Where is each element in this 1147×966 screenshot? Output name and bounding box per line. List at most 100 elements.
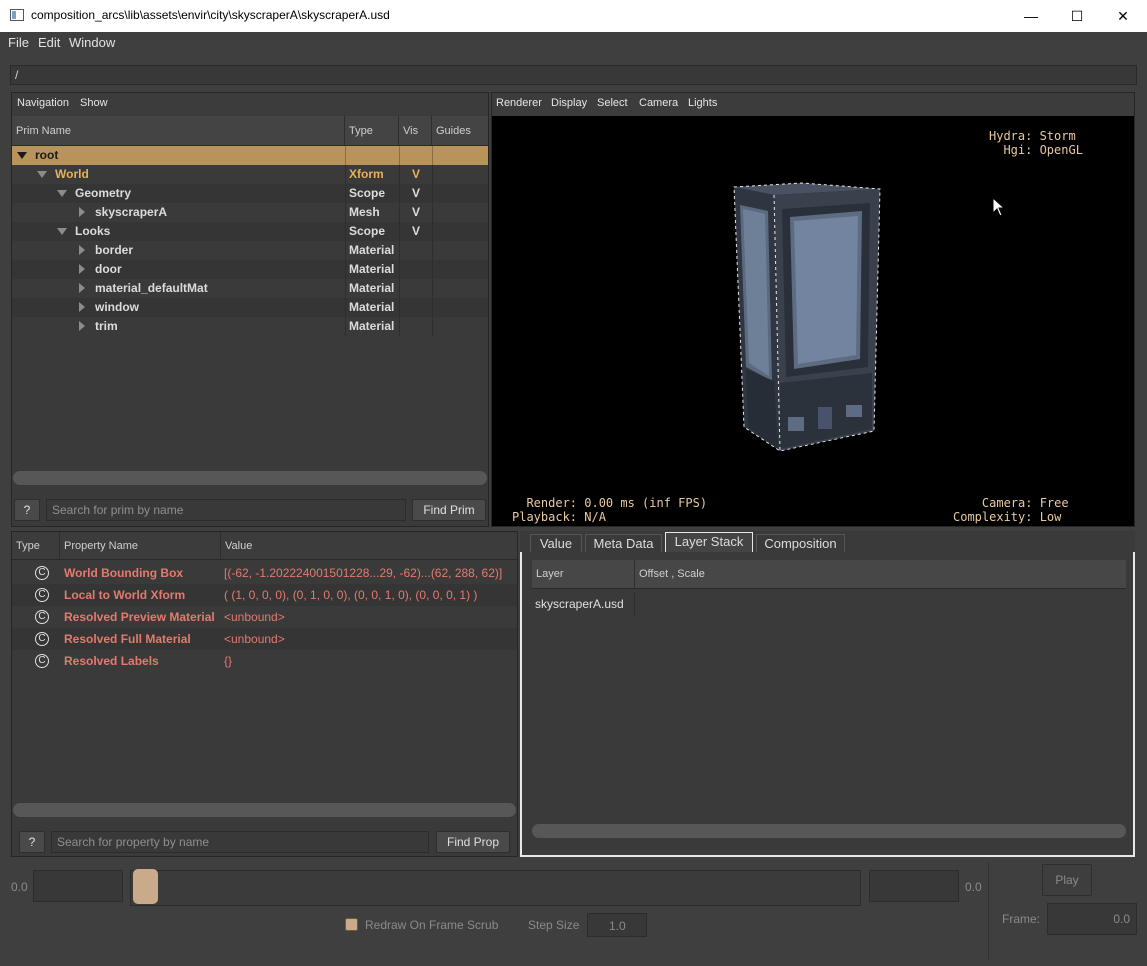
expand-arrow-icon[interactable] — [57, 190, 67, 197]
range-end-field[interactable] — [869, 870, 959, 902]
col-layer[interactable]: Layer — [532, 560, 635, 589]
tree-row-material-defaultmat[interactable]: material_defaultMat Material — [12, 279, 488, 298]
tab-layer-stack[interactable]: Layer Stack — [665, 532, 753, 553]
prim-path-field[interactable]: / — [10, 65, 1137, 85]
col-vis[interactable]: Vis — [399, 116, 432, 146]
viewport-menu-select[interactable]: Select — [597, 97, 628, 109]
outliner-header: Prim Name Type Vis Guides — [12, 116, 488, 146]
viewport-menu-display[interactable]: Display — [551, 97, 587, 109]
col-prim-name[interactable]: Prim Name — [12, 116, 345, 146]
tree-row-window[interactable]: window Material — [12, 298, 488, 317]
viewport-panel[interactable]: Renderer Display Select Camera Lights Hy… — [491, 92, 1135, 527]
tree-row-skyscrapera[interactable]: skyscraperA Mesh V — [12, 203, 488, 222]
prim-name: border — [95, 243, 134, 257]
tab-value[interactable]: Value — [530, 534, 582, 553]
property-row[interactable]: C World Bounding Box [(-62, -1.202224001… — [12, 562, 517, 584]
viewport-menu-camera[interactable]: Camera — [639, 97, 678, 109]
prim-help-button[interactable]: ? — [14, 499, 40, 521]
outliner-menubar: Navigation Show — [12, 93, 488, 115]
layer-row[interactable]: skyscraperA.usd — [532, 592, 1126, 616]
computed-property-icon: C — [35, 588, 49, 602]
property-panel: Type Property Name Value C World Boundin… — [11, 531, 518, 857]
prim-vis-toggle[interactable]: V — [412, 184, 420, 203]
prim-search-input[interactable]: Search for prim by name — [46, 499, 406, 521]
property-row[interactable]: C Local to World Xform ( (1, 0, 0, 0), (… — [12, 584, 517, 606]
prim-name: World — [55, 167, 89, 181]
tree-row-geometry[interactable]: Geometry Scope V — [12, 184, 488, 203]
prim-type: Scope — [349, 224, 386, 238]
expand-arrow-icon[interactable] — [79, 264, 85, 274]
col-prop-value[interactable]: Value — [221, 532, 517, 560]
tree-row-world[interactable]: World Xform V — [12, 165, 488, 184]
layer-table-header: Layer Offset , Scale — [532, 560, 1126, 589]
tree-row-trim[interactable]: trim Material — [12, 317, 488, 336]
col-offset-scale[interactable]: Offset , Scale — [635, 560, 1126, 589]
mouse-cursor-icon — [992, 197, 1006, 217]
col-guides[interactable]: Guides — [432, 116, 488, 146]
property-row[interactable]: C Resolved Preview Material <unbound> — [12, 606, 517, 628]
find-prim-button[interactable]: Find Prim — [412, 499, 486, 521]
app-icon — [10, 9, 24, 21]
frame-field[interactable]: 0.0 — [1047, 903, 1137, 935]
tree-row-border[interactable]: border Material — [12, 241, 488, 260]
outliner-menu-navigation[interactable]: Navigation — [17, 97, 69, 109]
expand-arrow-icon[interactable] — [79, 302, 85, 312]
skyscraper-model[interactable] — [722, 181, 892, 456]
frame-slider-track[interactable] — [130, 870, 861, 906]
layer-horizontal-scrollbar[interactable] — [532, 824, 1126, 838]
outliner-menu-show[interactable]: Show — [80, 97, 108, 109]
property-help-button[interactable]: ? — [19, 831, 45, 853]
property-row[interactable]: C Resolved Full Material <unbound> — [12, 628, 517, 650]
menu-window[interactable]: Window — [69, 35, 115, 50]
col-type[interactable]: Type — [345, 116, 399, 146]
tree-row-root[interactable]: root — [12, 146, 488, 165]
expand-arrow-icon[interactable] — [17, 152, 27, 159]
frame-slider-handle[interactable] — [133, 869, 158, 904]
expand-arrow-icon[interactable] — [57, 228, 67, 235]
prim-type: Material — [349, 300, 395, 314]
prim-vis-toggle[interactable]: V — [412, 203, 420, 222]
step-size-field[interactable]: 1.0 — [587, 913, 647, 937]
redraw-on-scrub-checkbox[interactable] — [345, 918, 358, 931]
viewport-menu-renderer[interactable]: Renderer — [496, 97, 542, 109]
property-value: ( (1, 0, 0, 0), (0, 1, 0, 0), (0, 0, 1, … — [224, 588, 478, 602]
layer-name: skyscraperA.usd — [535, 597, 624, 611]
prim-type: Material — [349, 319, 395, 333]
prim-type: Material — [349, 243, 395, 257]
prim-type: Mesh — [349, 205, 380, 219]
prim-name: trim — [95, 319, 118, 333]
menu-file[interactable]: File — [8, 35, 29, 50]
prim-vis-toggle[interactable]: V — [412, 222, 420, 241]
expand-arrow-icon[interactable] — [37, 171, 47, 178]
timeline-end-label: 0.0 — [965, 880, 982, 894]
maximize-button[interactable]: ☐ — [1054, 0, 1100, 32]
close-button[interactable]: ✕ — [1100, 0, 1146, 32]
prim-name: Looks — [75, 224, 111, 238]
property-row[interactable]: C Resolved Labels {} — [12, 650, 517, 672]
redraw-on-scrub-label: Redraw On Frame Scrub — [365, 918, 499, 932]
find-prop-button[interactable]: Find Prop — [436, 831, 510, 853]
tree-row-door[interactable]: door Material — [12, 260, 488, 279]
expand-arrow-icon[interactable] — [79, 207, 85, 217]
tab-meta-data[interactable]: Meta Data — [585, 534, 662, 553]
property-horizontal-scrollbar[interactable] — [13, 803, 516, 817]
prim-vis-toggle[interactable]: V — [412, 165, 420, 184]
property-name: Resolved Full Material — [64, 632, 191, 646]
viewport-menu-lights[interactable]: Lights — [688, 97, 717, 109]
col-prop-name[interactable]: Property Name — [60, 532, 221, 560]
col-prop-type[interactable]: Type — [12, 532, 60, 560]
property-value: <unbound> — [224, 610, 285, 624]
tree-row-looks[interactable]: Looks Scope V — [12, 222, 488, 241]
property-search-input[interactable]: Search for property by name — [51, 831, 429, 853]
outliner-horizontal-scrollbar[interactable] — [13, 471, 487, 485]
range-begin-field[interactable] — [33, 870, 123, 902]
expand-arrow-icon[interactable] — [79, 283, 85, 293]
minimize-button[interactable]: — — [1008, 0, 1054, 32]
expand-arrow-icon[interactable] — [79, 321, 85, 331]
computed-property-icon: C — [35, 610, 49, 624]
menu-edit[interactable]: Edit — [38, 35, 60, 50]
computed-property-icon: C — [35, 632, 49, 646]
play-button[interactable]: Play — [1042, 864, 1092, 896]
expand-arrow-icon[interactable] — [79, 245, 85, 255]
tab-composition[interactable]: Composition — [756, 534, 845, 553]
